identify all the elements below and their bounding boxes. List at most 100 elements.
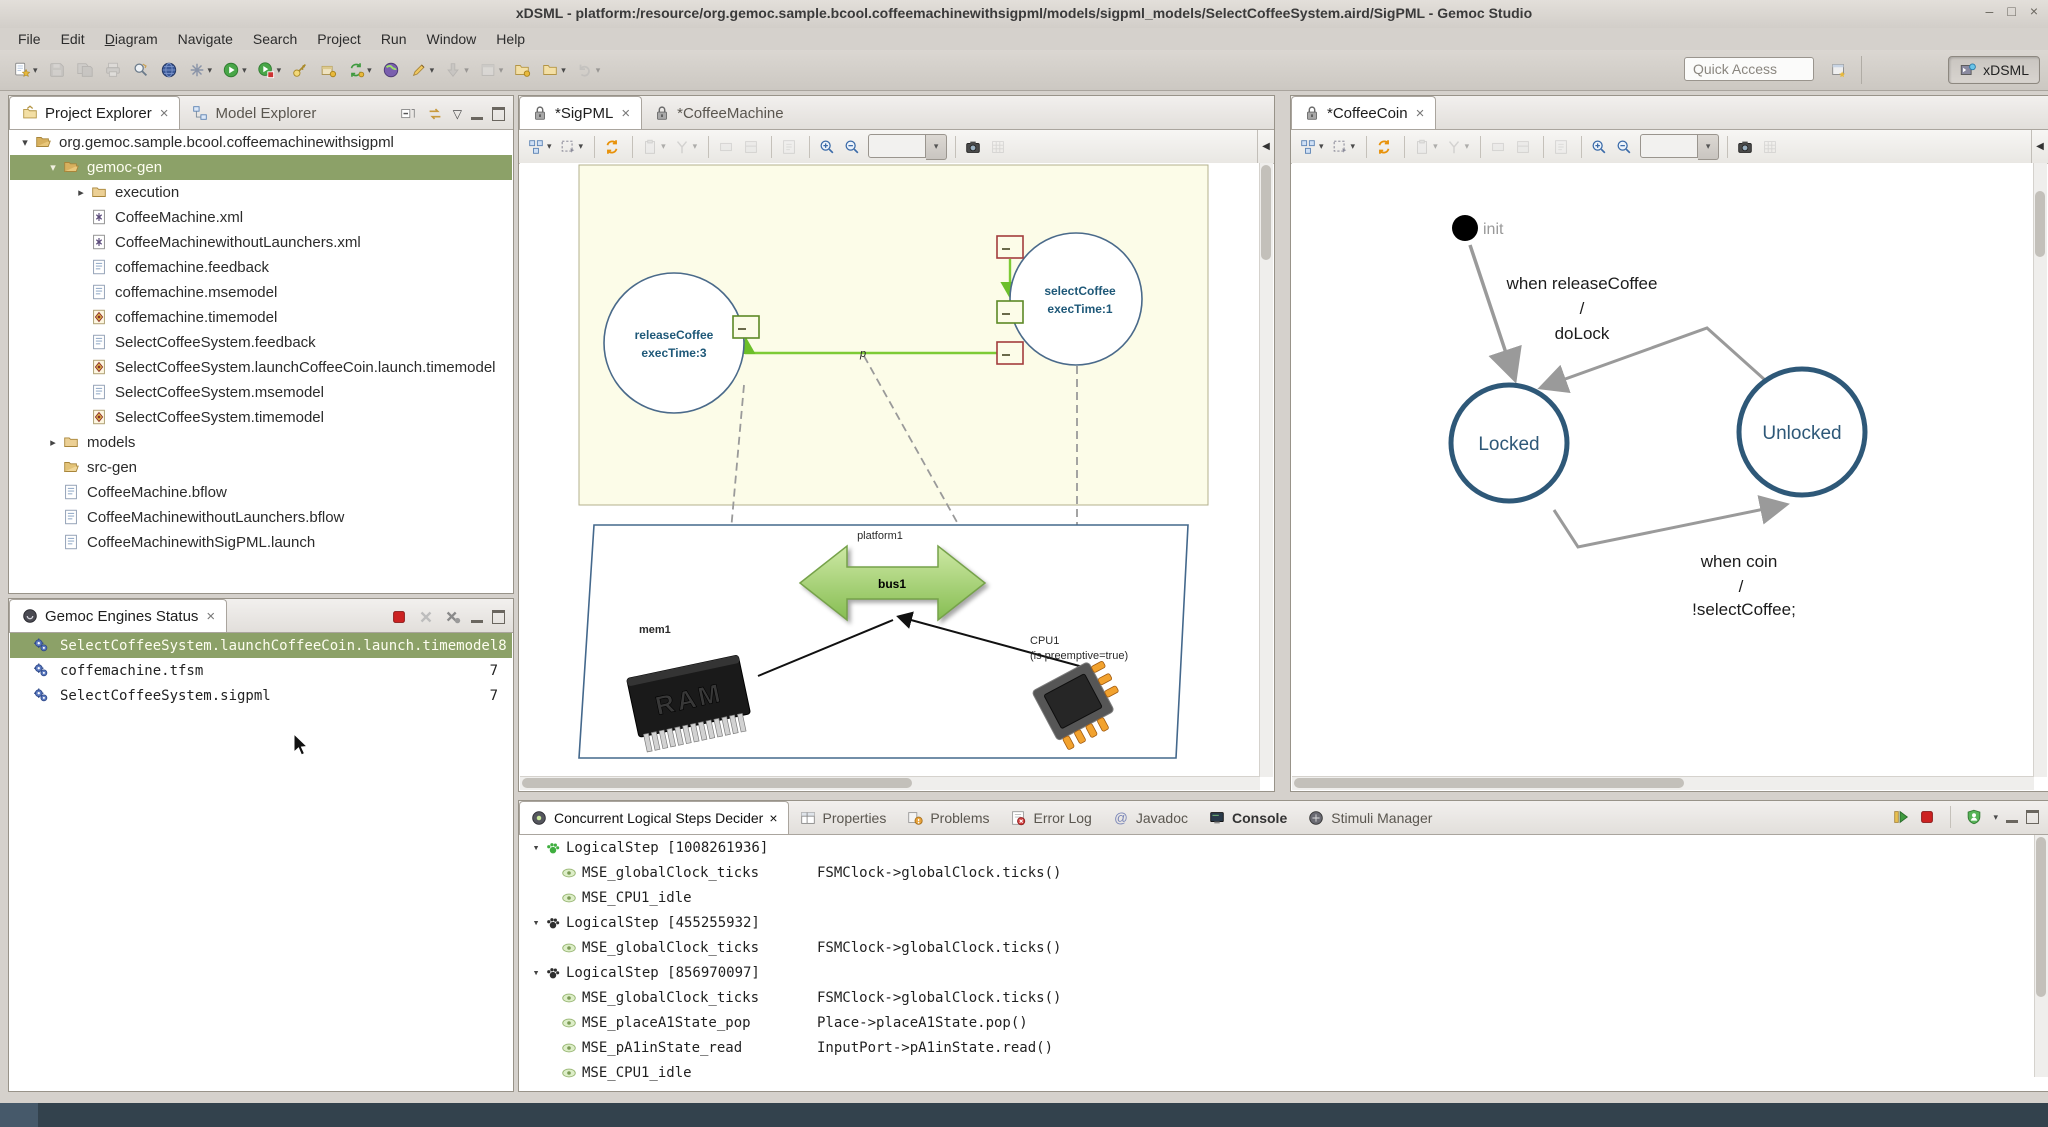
- tree-item[interactable]: src-gen: [10, 455, 512, 480]
- menu-help[interactable]: Help: [486, 29, 535, 49]
- logical-step-row[interactable]: ▾LogicalStep [455255932]: [520, 910, 2035, 935]
- collapse-toolbar-icon[interactable]: ◀: [2031, 130, 2048, 163]
- layout-blue-dropdown-icon[interactable]: ▾: [1319, 141, 1324, 152]
- layout-blue-button[interactable]: ▾: [525, 134, 554, 160]
- quick-access-input[interactable]: Quick Access: [1684, 57, 1814, 81]
- expanded-arrow-icon[interactable]: ▾: [18, 136, 32, 149]
- port-select-in-bottom[interactable]: [997, 342, 1023, 364]
- engine-row[interactable]: SelectCoffeeSystem.sigpml7: [10, 683, 512, 708]
- zoom-in-button[interactable]: [816, 134, 838, 160]
- collapse-toolbar-icon[interactable]: ◀: [1257, 130, 1274, 163]
- tree-item[interactable]: CoffeeMachine.xml: [10, 205, 512, 230]
- menu-edit[interactable]: Edit: [51, 29, 95, 49]
- cube-gold-button[interactable]: [316, 56, 340, 84]
- port-select-mid[interactable]: [997, 301, 1023, 323]
- close-icon[interactable]: ×: [206, 608, 215, 625]
- globe-dark-button[interactable]: [157, 56, 181, 84]
- tree-item[interactable]: ▸execution: [10, 180, 512, 205]
- view-menu-icon[interactable]: ▽: [453, 107, 462, 121]
- tree-item[interactable]: SelectCoffeeSystem.msemodel: [10, 380, 512, 405]
- tab-properties[interactable]: Properties: [789, 802, 897, 834]
- tree-item[interactable]: SelectCoffeeSystem.launchCoffeeCoin.laun…: [10, 355, 512, 380]
- sync-star-dropdown-icon[interactable]: ▾: [367, 65, 372, 76]
- mse-event-row[interactable]: MSE_globalClock_ticksFSMClock->globalClo…: [520, 935, 2035, 960]
- tab-stimuli-manager[interactable]: Stimuli Manager: [1297, 802, 1442, 834]
- menu-file[interactable]: File: [8, 29, 51, 49]
- initial-state-dot[interactable]: [1452, 215, 1478, 241]
- tree-item[interactable]: ▾gemoc-gen: [10, 155, 512, 180]
- tab-gemoc-engines-status[interactable]: Gemoc Engines Status ×: [9, 599, 227, 632]
- menu-diagram[interactable]: Diagram: [95, 29, 168, 49]
- tree-item[interactable]: ▾org.gemoc.sample.bcool.coffeemachinewit…: [10, 130, 512, 155]
- bottom-vertical-scrollbar[interactable]: [2034, 835, 2048, 1077]
- engine-row[interactable]: coffemachine.tfsm7: [10, 658, 512, 683]
- coffeecoin-canvas[interactable]: init when releaseCoffee / doLock Locked …: [1292, 163, 2034, 777]
- camera-button[interactable]: [962, 134, 984, 160]
- undo-dropdown-icon[interactable]: ▾: [596, 65, 601, 76]
- menu-window[interactable]: Window: [417, 29, 487, 49]
- tree-item[interactable]: SelectCoffeeSystem.feedback: [10, 330, 512, 355]
- minimize-view-icon[interactable]: [2006, 820, 2018, 823]
- marquee-button[interactable]: ▾: [557, 134, 586, 160]
- zoom-level-dropdown-icon[interactable]: ▾: [926, 134, 947, 160]
- minimize-view-icon[interactable]: [471, 117, 483, 120]
- port-release-out[interactable]: [733, 316, 759, 338]
- key-gold-button[interactable]: [288, 56, 312, 84]
- tree-item[interactable]: SelectCoffeeSystem.timemodel: [10, 405, 512, 430]
- logical-step-row[interactable]: ▾LogicalStep [1008261936]: [520, 835, 2035, 860]
- camera-button[interactable]: [1734, 134, 1756, 160]
- run-alt-button[interactable]: ▾: [254, 56, 285, 84]
- engine-row[interactable]: SelectCoffeeSystem.launchCoffeeCoin.laun…: [10, 633, 512, 658]
- zoom-in-button[interactable]: [1588, 134, 1610, 160]
- link-editor-icon[interactable]: [426, 105, 444, 123]
- close-icon[interactable]: ×: [160, 105, 169, 122]
- mse-event-row[interactable]: MSE_globalClock_ticksFSMClock->globalClo…: [520, 860, 2035, 885]
- close-icon[interactable]: ×: [1416, 105, 1425, 122]
- new-wizard-button[interactable]: ▾: [10, 56, 41, 84]
- node-releasecoffee[interactable]: [604, 273, 744, 413]
- zoom-level-combo[interactable]: ▾: [868, 134, 947, 160]
- shield-dropdown-icon[interactable]: ▾: [1993, 812, 1998, 823]
- clear-x-gear-icon[interactable]: [444, 608, 462, 626]
- folder-star-button[interactable]: [510, 56, 534, 84]
- tab-console[interactable]: Console: [1198, 802, 1297, 834]
- sigpml-canvas[interactable]: p releaseCoffee execTime:3 selectCoffee …: [520, 163, 1260, 777]
- pencil-dropdown-icon[interactable]: ▾: [430, 65, 435, 76]
- editor-tab-coffeemachine[interactable]: *CoffeeMachine: [642, 97, 794, 129]
- stop-red-icon[interactable]: [390, 608, 408, 626]
- init-transition[interactable]: [1470, 245, 1514, 377]
- open-perspective-button[interactable]: [1826, 58, 1852, 82]
- coffeecoin-horizontal-scrollbar[interactable]: [1292, 776, 2034, 790]
- window-gray-dropdown-icon[interactable]: ▾: [499, 65, 504, 76]
- tree-item[interactable]: coffemachine.msemodel: [10, 280, 512, 305]
- maximize-view-icon[interactable]: [492, 107, 505, 121]
- zoom-level-combo[interactable]: ▾: [1640, 134, 1719, 160]
- run-dropdown-icon[interactable]: ▾: [242, 65, 247, 76]
- menu-search[interactable]: Search: [243, 29, 307, 49]
- sync-orange-button[interactable]: [1373, 134, 1395, 160]
- clear-x-icon[interactable]: [417, 608, 435, 626]
- minimize-window-icon[interactable]: –: [1986, 3, 1994, 19]
- debug-star-dropdown-icon[interactable]: ▾: [208, 65, 213, 76]
- zoom-level-input[interactable]: [868, 134, 926, 158]
- sigpml-horizontal-scrollbar[interactable]: [520, 776, 1260, 790]
- minimize-view-icon[interactable]: [471, 620, 483, 623]
- tab-javadoc[interactable]: @Javadoc: [1102, 802, 1198, 834]
- run-alt-dropdown-icon[interactable]: ▾: [277, 65, 282, 76]
- tab-error-log[interactable]: Error Log: [999, 802, 1101, 834]
- editor-tab-sigpml[interactable]: *SigPML×: [519, 96, 642, 129]
- menu-project[interactable]: Project: [307, 29, 371, 49]
- zoom-out-button[interactable]: [841, 134, 863, 160]
- coffeecoin-vertical-scrollbar[interactable]: [2033, 163, 2047, 777]
- debug-star-button[interactable]: ▾: [185, 56, 216, 84]
- expanded-arrow-icon[interactable]: ▾: [46, 161, 60, 174]
- down-arrow-dropdown-icon[interactable]: ▾: [464, 65, 469, 76]
- marquee-button[interactable]: ▾: [1329, 134, 1358, 160]
- zoom-level-input[interactable]: [1640, 134, 1698, 158]
- mse-event-row[interactable]: MSE_placeA1State_popPlace->placeA1State.…: [520, 1010, 2035, 1035]
- sphere-purple-button[interactable]: [379, 56, 403, 84]
- run-button[interactable]: ▾: [219, 56, 250, 84]
- tree-item[interactable]: coffemachine.timemodel: [10, 305, 512, 330]
- tab-project-explorer[interactable]: Project Explorer×: [9, 96, 180, 129]
- collapse-all-icon[interactable]: [399, 105, 417, 123]
